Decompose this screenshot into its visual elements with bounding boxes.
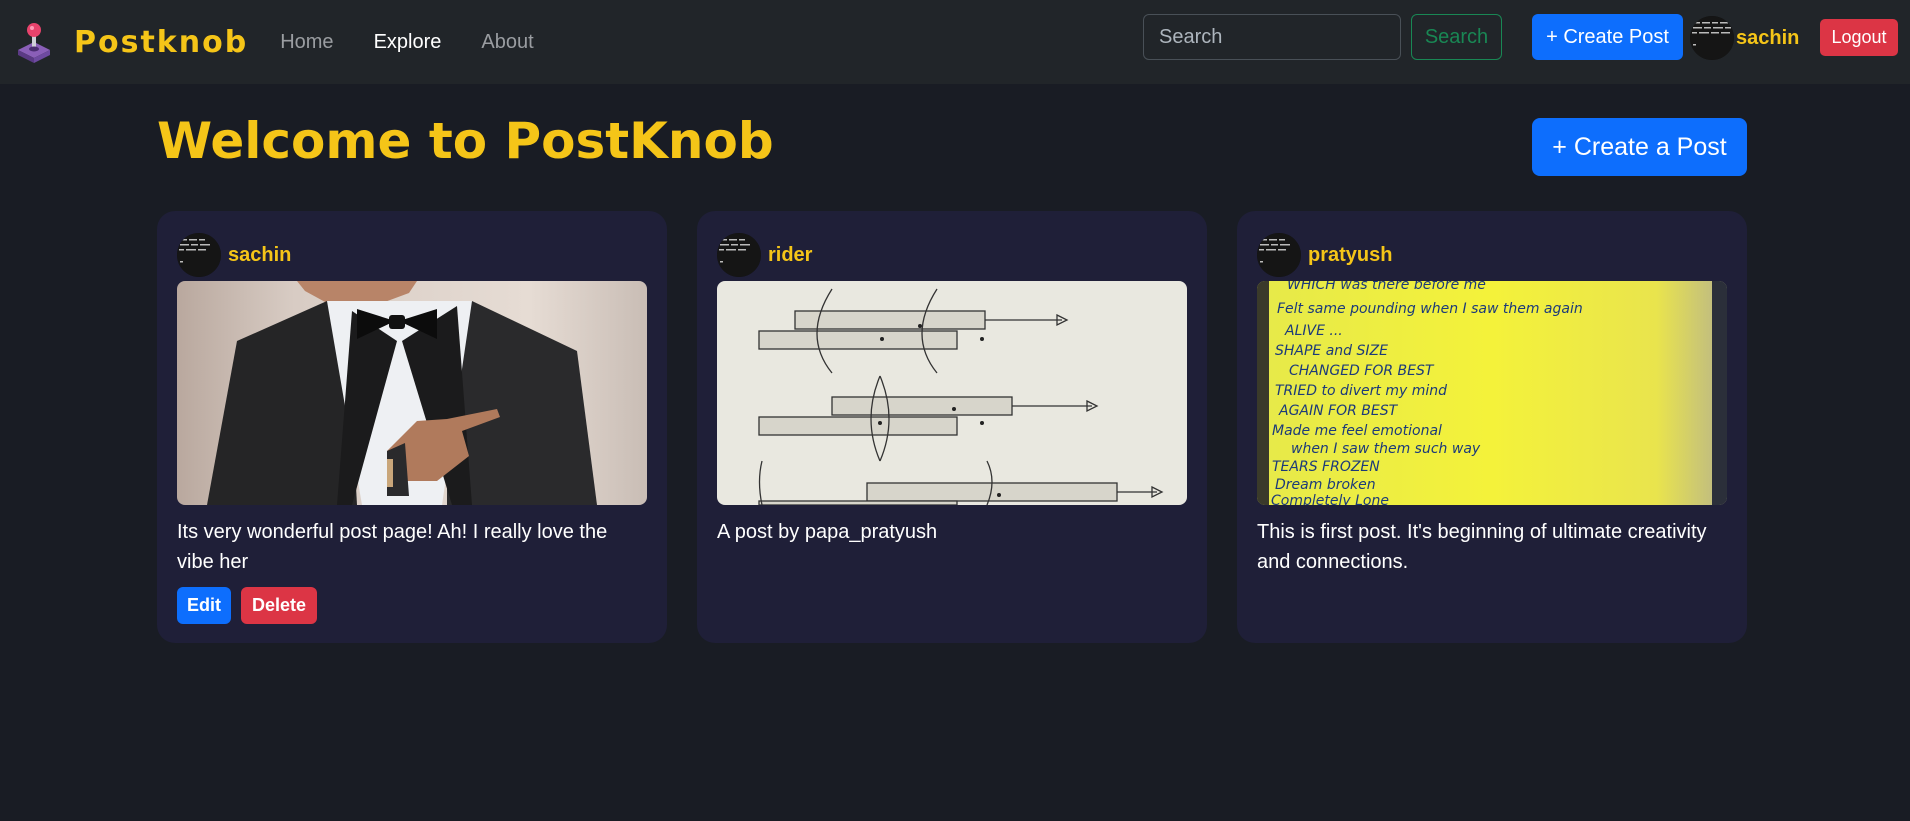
post-photo-suit: [177, 281, 647, 505]
post-card: pratyush WHICH was there before me Felt …: [1237, 211, 1747, 643]
handwriting-line: Made me feel emotional: [1272, 423, 1442, 439]
post-author[interactable]: rider: [717, 233, 812, 277]
avatar-image: [1257, 233, 1301, 277]
edit-post-button[interactable]: Edit: [177, 587, 231, 624]
avatar-image: [717, 233, 761, 277]
handwriting-line: ALIVE ...: [1284, 323, 1343, 339]
logout-button[interactable]: Logout: [1820, 19, 1898, 56]
handwriting-line: Dream broken: [1275, 477, 1376, 493]
brand-name: Postknob: [74, 24, 249, 60]
nav-link-explore[interactable]: Explore: [374, 31, 442, 54]
handwriting-line: CHANGED FOR BEST: [1289, 363, 1435, 379]
avatar: [1690, 16, 1734, 60]
avatar: [177, 233, 221, 277]
handwriting-line: Felt same pounding when I saw them again: [1277, 301, 1583, 317]
navbar: Postknob Home Explore About Search + Cre…: [0, 0, 1910, 84]
handwriting-line: when I saw them such way: [1291, 441, 1481, 457]
handwriting-line: AGAIN FOR BEST: [1278, 403, 1399, 419]
post-text: Its very wonderful post page! Ah! I real…: [177, 521, 608, 573]
post-card: sachin Its very wonderful post page! Ah!…: [157, 211, 667, 643]
handwriting-line: WHICH was there before me: [1287, 281, 1486, 293]
avatar-image: [1690, 16, 1734, 60]
post-actions: Edit Delete: [177, 587, 318, 624]
search-button[interactable]: Search: [1411, 14, 1502, 60]
delete-post-button[interactable]: Delete: [241, 587, 318, 624]
post-text: This is first post. It's beginning of ul…: [1257, 521, 1707, 573]
avatar: [1257, 233, 1301, 277]
handwriting-line: Completely Lone: [1271, 493, 1389, 505]
create-post-button[interactable]: + Create a Post: [1532, 118, 1747, 176]
handwriting-line: TEARS FROZEN: [1272, 459, 1380, 475]
avatar: [717, 233, 761, 277]
post-text: A post by papa_pratyush: [717, 521, 938, 543]
post-username[interactable]: sachin: [228, 244, 291, 267]
nav-link-home[interactable]: Home: [280, 31, 333, 54]
handwriting-line: TRIED to divert my mind: [1275, 383, 1447, 399]
post-author[interactable]: pratyush: [1257, 233, 1392, 277]
post-username[interactable]: rider: [768, 244, 812, 267]
nav-username[interactable]: sachin: [1736, 27, 1799, 50]
post-author[interactable]: sachin: [177, 233, 291, 277]
post-image[interactable]: [177, 281, 647, 505]
nav-user-profile[interactable]: sachin: [1690, 16, 1799, 60]
joystick-icon: [18, 23, 50, 63]
post-photo-diagram: [717, 281, 1187, 505]
brand[interactable]: Postknob: [14, 20, 248, 64]
nav-link-about[interactable]: About: [481, 31, 533, 54]
page-title: Welcome to PostKnob: [157, 112, 774, 170]
post-image[interactable]: WHICH was there before me Felt same poun…: [1257, 281, 1727, 505]
post-image[interactable]: [717, 281, 1187, 505]
nav-links: Home Explore About: [280, 31, 573, 54]
search-input[interactable]: [1143, 14, 1401, 60]
handwriting-line: SHAPE and SIZE: [1275, 343, 1388, 359]
create-post-nav-button[interactable]: + Create Post: [1532, 14, 1683, 60]
avatar-image: [177, 233, 221, 277]
post-card: rider A post by papa_pratyush: [697, 211, 1207, 643]
post-photo-handwriting: WHICH was there before me Felt same poun…: [1257, 281, 1727, 505]
post-username[interactable]: pratyush: [1308, 244, 1392, 267]
search-form: Search: [1143, 14, 1502, 60]
